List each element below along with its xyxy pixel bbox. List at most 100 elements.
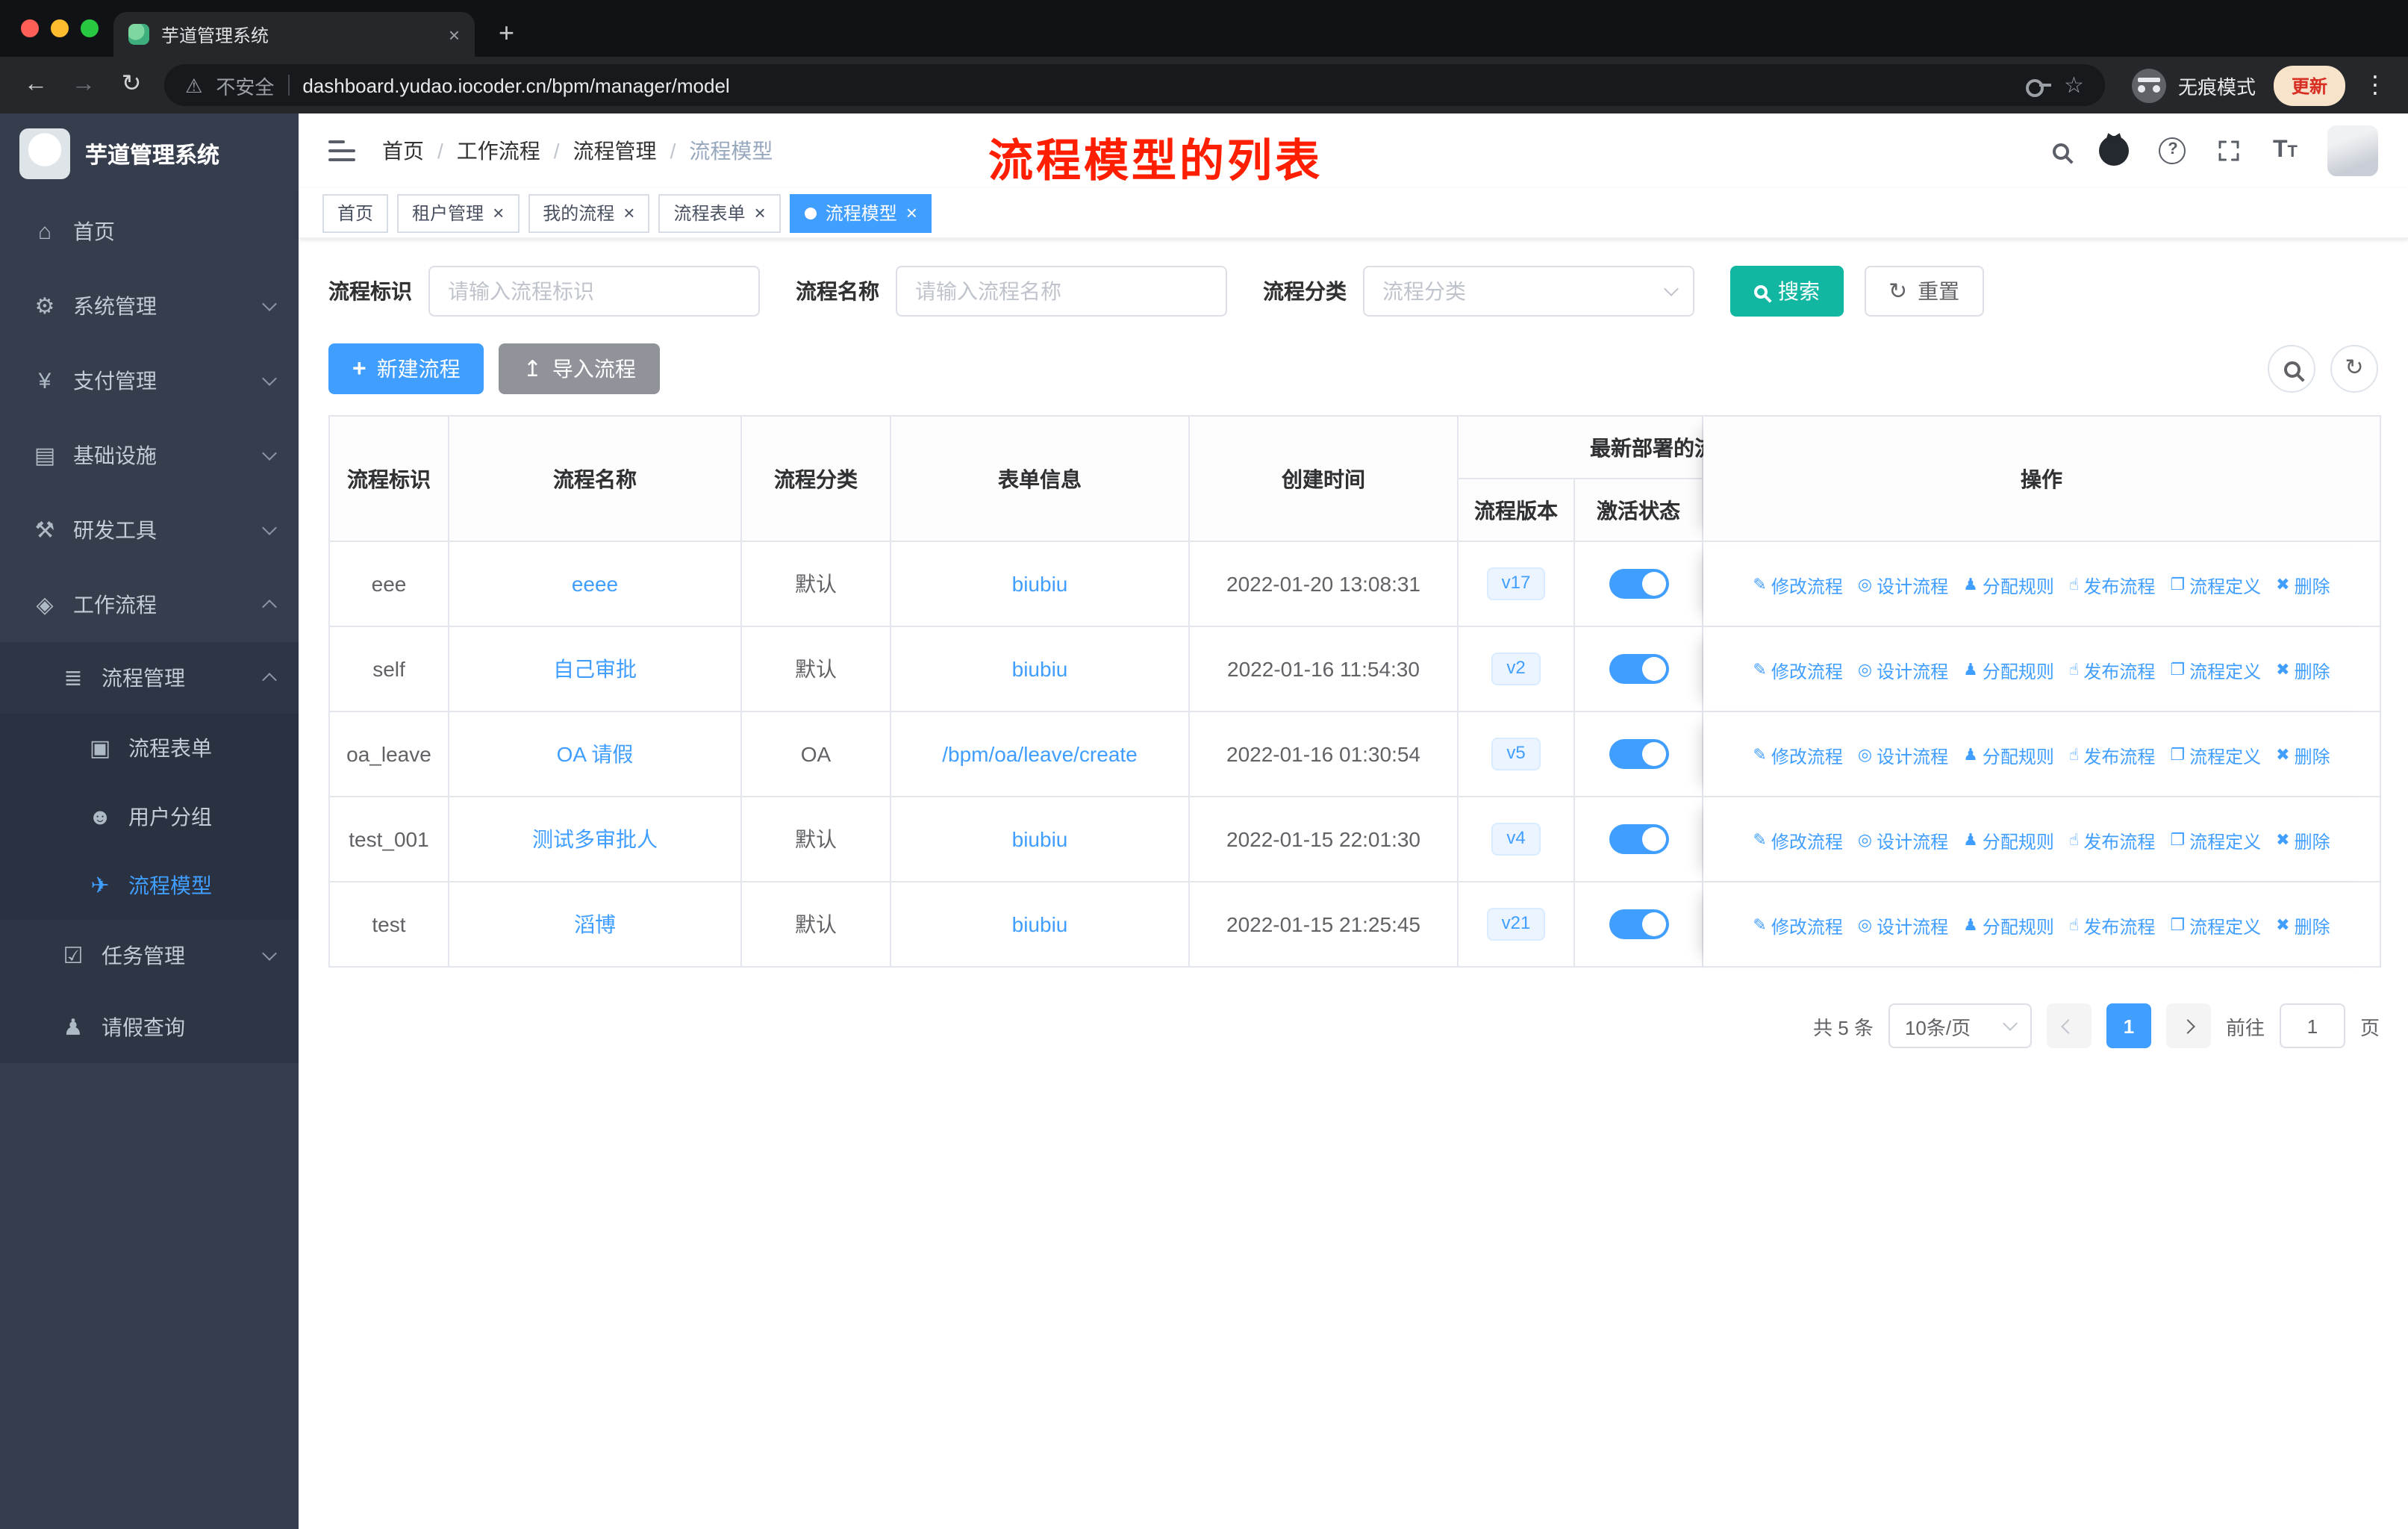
- delete-link[interactable]: ✖ 删除: [2276, 828, 2330, 853]
- tag-home[interactable]: 首页: [322, 193, 389, 232]
- process-definition-link[interactable]: ❐ 流程定义: [2170, 743, 2261, 768]
- sidebar-item-home[interactable]: ⌂ 首页: [0, 194, 299, 269]
- modify-process-link[interactable]: ✎ 修改流程: [1753, 913, 1842, 938]
- process-name-link[interactable]: 滔博: [574, 912, 616, 936]
- tag-my-process[interactable]: 我的流程 ×: [528, 193, 650, 232]
- process-name-link[interactable]: 测试多审批人: [532, 827, 658, 851]
- close-icon[interactable]: ×: [493, 203, 504, 222]
- assign-rule-link[interactable]: ♟ 分配规则: [1963, 658, 2054, 683]
- close-icon[interactable]: ×: [906, 203, 917, 222]
- address-bar[interactable]: ⚠ 不安全 dashboard.yudao.iocoder.cn/bpm/man…: [164, 64, 2105, 106]
- page-size-select[interactable]: 10条/页: [1888, 1003, 2032, 1048]
- reset-button[interactable]: 重置: [1865, 266, 1984, 317]
- form-link[interactable]: biubiu: [1012, 827, 1068, 851]
- delete-link[interactable]: ✖ 删除: [2276, 573, 2330, 598]
- search-icon[interactable]: [2053, 143, 2070, 159]
- tag-process-model[interactable]: 流程模型 ×: [789, 193, 932, 232]
- design-process-link[interactable]: ◎ 设计流程: [1858, 658, 1948, 683]
- sidebar-item-user-group[interactable]: ☻ 用户分组: [0, 782, 299, 851]
- sidebar-item-infrastructure[interactable]: ▤ 基础设施: [0, 418, 299, 493]
- process-definition-link[interactable]: ❐ 流程定义: [2170, 658, 2261, 683]
- delete-link[interactable]: ✖ 删除: [2276, 658, 2330, 683]
- browser-menu-icon[interactable]: ⋮: [2363, 70, 2387, 100]
- delete-link[interactable]: ✖ 删除: [2276, 913, 2330, 938]
- assign-rule-link[interactable]: ♟ 分配规则: [1963, 743, 2054, 768]
- process-name-input[interactable]: [896, 266, 1227, 317]
- browser-tab[interactable]: 芋道管理系统 ×: [113, 12, 475, 57]
- bookmark-star-icon[interactable]: ☆: [2064, 74, 2084, 96]
- breadcrumb-workflow[interactable]: 工作流程: [457, 136, 540, 166]
- close-icon[interactable]: ×: [623, 203, 634, 222]
- sidebar-item-workflow[interactable]: ◈ 工作流程: [0, 567, 299, 642]
- password-key-icon[interactable]: [2025, 76, 2051, 97]
- browser-update-button[interactable]: 更新: [2273, 65, 2345, 105]
- design-process-link[interactable]: ◎ 设计流程: [1858, 913, 1948, 938]
- sidebar-item-payment[interactable]: ¥ 支付管理: [0, 343, 299, 418]
- modify-process-link[interactable]: ✎ 修改流程: [1753, 573, 1842, 598]
- form-link[interactable]: biubiu: [1012, 912, 1068, 936]
- close-window-button[interactable]: [21, 19, 39, 37]
- forward-icon[interactable]: →: [69, 72, 99, 97]
- prev-page-button[interactable]: [2046, 1003, 2092, 1048]
- sidebar-item-devtools[interactable]: ⚒ 研发工具: [0, 493, 299, 567]
- tag-tenant-management[interactable]: 租户管理 ×: [397, 193, 520, 232]
- process-key-input[interactable]: [428, 266, 760, 317]
- toggle-search-button[interactable]: [2268, 345, 2315, 393]
- process-category-select[interactable]: [1363, 266, 1694, 317]
- sidebar-item-leave-query[interactable]: ♟ 请假查询: [0, 991, 299, 1063]
- process-definition-link[interactable]: ❐ 流程定义: [2170, 573, 2261, 598]
- publish-process-link[interactable]: ☝ 发布流程: [2069, 828, 2155, 853]
- assign-rule-link[interactable]: ♟ 分配规则: [1963, 828, 2054, 853]
- active-toggle[interactable]: [1609, 909, 1668, 939]
- form-link[interactable]: biubiu: [1012, 657, 1068, 681]
- tag-process-form[interactable]: 流程表单 ×: [658, 193, 781, 232]
- process-name-link[interactable]: eeee: [572, 572, 618, 596]
- delete-link[interactable]: ✖ 删除: [2276, 743, 2330, 768]
- form-link[interactable]: /bpm/oa/leave/create: [942, 742, 1138, 766]
- process-name-link[interactable]: OA 请假: [557, 742, 634, 766]
- current-page-button[interactable]: 1: [2106, 1003, 2151, 1048]
- design-process-link[interactable]: ◎ 设计流程: [1858, 828, 1948, 853]
- new-tab-button[interactable]: +: [499, 19, 514, 46]
- publish-process-link[interactable]: ☝ 发布流程: [2069, 743, 2155, 768]
- breadcrumb-process-management[interactable]: 流程管理: [573, 136, 657, 166]
- assign-rule-link[interactable]: ♟ 分配规则: [1963, 573, 2054, 598]
- sidebar-item-system[interactable]: ⚙ 系统管理: [0, 269, 299, 343]
- help-icon[interactable]: [2159, 137, 2186, 164]
- create-process-button[interactable]: 新建流程: [328, 343, 484, 394]
- modify-process-link[interactable]: ✎ 修改流程: [1753, 828, 1842, 853]
- search-button[interactable]: 搜索: [1730, 266, 1844, 317]
- user-avatar[interactable]: [2327, 125, 2378, 176]
- publish-process-link[interactable]: ☝ 发布流程: [2069, 913, 2155, 938]
- design-process-link[interactable]: ◎ 设计流程: [1858, 573, 1948, 598]
- goto-page-input[interactable]: [2279, 1003, 2345, 1048]
- design-process-link[interactable]: ◎ 设计流程: [1858, 743, 1948, 768]
- zoom-window-button[interactable]: [81, 19, 99, 37]
- breadcrumb-home[interactable]: 首页: [382, 136, 424, 166]
- form-link[interactable]: biubiu: [1012, 572, 1068, 596]
- next-page-button[interactable]: [2165, 1003, 2211, 1048]
- process-definition-link[interactable]: ❐ 流程定义: [2170, 828, 2261, 853]
- back-icon[interactable]: ←: [21, 72, 51, 97]
- close-icon[interactable]: ×: [755, 203, 766, 222]
- import-process-button[interactable]: 导入流程: [499, 343, 660, 394]
- process-name-link[interactable]: 自己审批: [553, 657, 637, 681]
- refresh-table-button[interactable]: [2330, 345, 2378, 393]
- sidebar-item-task-management[interactable]: ☑ 任务管理: [0, 920, 299, 991]
- github-icon[interactable]: [2099, 136, 2130, 166]
- active-toggle[interactable]: [1609, 654, 1668, 684]
- active-toggle[interactable]: [1609, 569, 1668, 599]
- modify-process-link[interactable]: ✎ 修改流程: [1753, 743, 1842, 768]
- assign-rule-link[interactable]: ♟ 分配规则: [1963, 913, 2054, 938]
- modify-process-link[interactable]: ✎ 修改流程: [1753, 658, 1842, 683]
- tab-close-icon[interactable]: ×: [449, 25, 460, 44]
- font-size-icon[interactable]: [2273, 137, 2298, 164]
- hamburger-icon[interactable]: [328, 140, 355, 161]
- publish-process-link[interactable]: ☝ 发布流程: [2069, 573, 2155, 598]
- publish-process-link[interactable]: ☝ 发布流程: [2069, 658, 2155, 683]
- active-toggle[interactable]: [1609, 739, 1668, 769]
- process-definition-link[interactable]: ❐ 流程定义: [2170, 913, 2261, 938]
- fullscreen-icon[interactable]: [2216, 137, 2243, 164]
- active-toggle[interactable]: [1609, 824, 1668, 854]
- process-category-select-input[interactable]: [1363, 266, 1694, 317]
